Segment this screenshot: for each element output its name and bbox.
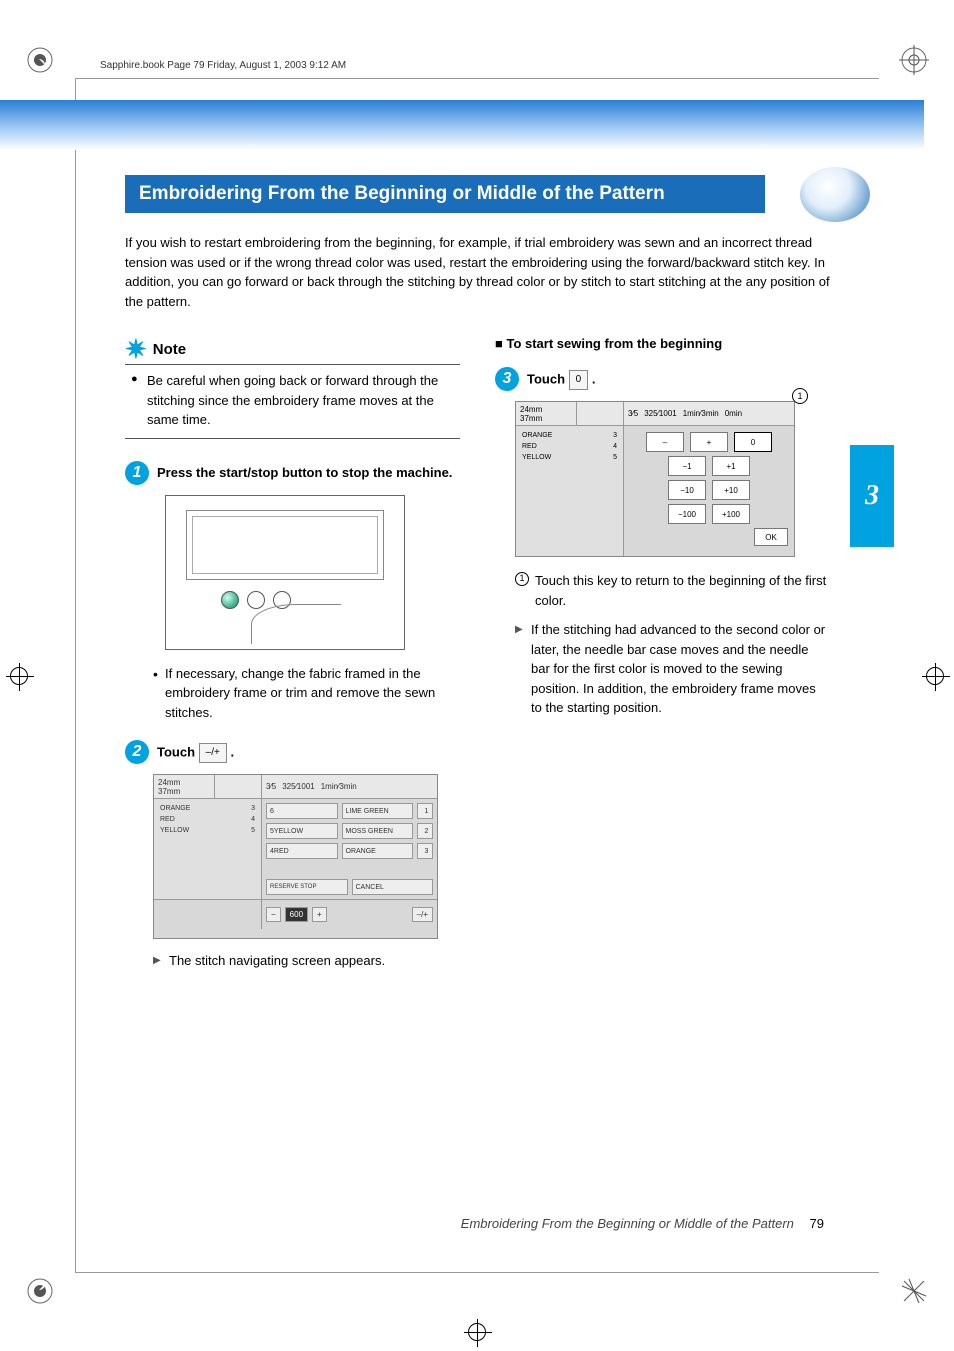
step-number-2: 2 <box>125 740 149 764</box>
step-3: 3 Touch 0 . <box>495 367 830 391</box>
speed-plus: + <box>312 907 327 922</box>
step-2-text-before: Touch <box>157 744 199 759</box>
callout-1-text: 1 Touch this key to return to the beginn… <box>515 571 830 610</box>
registration-mark-bottom <box>468 1323 486 1341</box>
dimensions: 24mm37mm <box>516 405 576 423</box>
plus-100-btn: +100 <box>712 504 750 524</box>
pattern-preview <box>576 402 624 425</box>
note-body: Be careful when going back or forward th… <box>125 365 460 439</box>
machine-screen-outline <box>186 510 384 580</box>
hand-illustration <box>251 604 341 644</box>
crop-mark-bl <box>25 1276 55 1306</box>
registration-mark-right <box>926 667 944 685</box>
plus-1-btn: +1 <box>712 456 750 476</box>
step-number-3: 3 <box>495 367 519 391</box>
footer-title: Embroidering From the Beginning or Middl… <box>461 1216 794 1231</box>
sparkle-icon: ✷ <box>125 336 147 362</box>
note-label: Note <box>153 341 186 358</box>
navigate-key-icon: –/+ <box>199 743 227 763</box>
zero-key-icon: 0 <box>569 370 589 390</box>
machine-illustration <box>165 495 405 650</box>
zero-btn: 0 <box>734 432 772 452</box>
step-3-text-before: Touch <box>527 371 569 386</box>
chapter-tab: 3 <box>850 445 894 547</box>
callout-marker-1: 1 <box>515 572 529 586</box>
header-gradient-bar <box>0 100 924 150</box>
plus-10-btn: +10 <box>712 480 750 500</box>
ok-btn: OK <box>754 528 788 546</box>
pattern-preview <box>214 775 262 798</box>
step-3-text: Touch 0 . <box>527 367 595 391</box>
crop-rule-top <box>75 78 879 79</box>
left-column: ✷ Note Be careful when going back or for… <box>125 336 460 977</box>
speed-value: 600 <box>285 907 308 922</box>
step-3-text-after: . <box>592 371 596 386</box>
note-heading: ✷ Note <box>125 336 460 365</box>
step-2-text-after: . <box>230 744 234 759</box>
step-2: 2 Touch –/+ . <box>125 740 460 764</box>
minus-10-btn: −10 <box>668 480 706 500</box>
step-1-bullet: If necessary, change the fabric framed i… <box>153 664 460 723</box>
color-back-btn: – <box>646 432 684 452</box>
step-number-1: 1 <box>125 461 149 485</box>
machine-button-icon <box>247 591 265 609</box>
crop-mark-tr <box>899 45 929 75</box>
crop-mark-br <box>899 1276 929 1306</box>
lcd-screenshot-2: 1 24mm37mm 3⁄5 325⁄1001 1min⁄3min 0min <box>515 401 795 557</box>
registration-mark-left <box>10 667 28 685</box>
crop-rule-left <box>75 78 76 1273</box>
stitch-stats: 3⁄5 325⁄1001 1min⁄3min <box>262 782 437 791</box>
step-2-text: Touch –/+ . <box>157 740 234 764</box>
page-footer: Embroidering From the Beginning or Middl… <box>461 1216 824 1231</box>
thread-panel-right: 6 LIME GREEN 1 5 YELLOW MOSS GREEN 2 4 R… <box>262 799 437 899</box>
note-block: ✷ Note Be careful when going back or for… <box>125 336 460 439</box>
stitch-navigator: – + 0 −1 +1 −10 +10 −100 <box>624 426 794 556</box>
dimensions: 24mm37mm <box>154 778 214 796</box>
page-content: Embroidering From the Beginning or Middl… <box>125 175 830 977</box>
step-3-result: If the stitching had advanced to the sec… <box>515 620 830 718</box>
title-decoration-bubble <box>800 167 870 222</box>
crop-rule-bottom <box>75 1272 879 1273</box>
minus-100-btn: −100 <box>668 504 706 524</box>
start-stop-button-icon <box>221 591 239 609</box>
speed-minus: − <box>266 907 281 922</box>
lcd-screenshot-1: 24mm37mm 3⁄5 325⁄1001 1min⁄3min ORANGE3 … <box>153 774 438 939</box>
nav-key: –/+ <box>412 907 433 922</box>
section-title-wrap: Embroidering From the Beginning or Middl… <box>125 175 830 213</box>
thread-list-left: ORANGE3 RED4 YELLOW5 <box>154 799 262 899</box>
sub-heading: To start sewing from the beginning <box>495 336 830 351</box>
crop-mark-tl <box>25 45 55 75</box>
step-1-text: Press the start/stop button to stop the … <box>157 461 452 485</box>
color-fwd-btn: + <box>690 432 728 452</box>
page-number: 79 <box>810 1216 824 1231</box>
step-1: 1 Press the start/stop button to stop th… <box>125 461 460 485</box>
section-title: Embroidering From the Beginning or Middl… <box>125 175 765 213</box>
stitch-stats: 3⁄5 325⁄1001 1min⁄3min 0min <box>624 409 794 418</box>
minus-1-btn: −1 <box>668 456 706 476</box>
callout-number-1: 1 <box>792 388 808 404</box>
step-2-result: The stitch navigating screen appears. <box>153 951 460 971</box>
print-metadata: Sapphire.book Page 79 Friday, August 1, … <box>100 60 346 71</box>
right-column: To start sewing from the beginning 3 Tou… <box>495 336 830 977</box>
intro-paragraph: If you wish to restart embroidering from… <box>125 233 830 311</box>
thread-list-left: ORANGE3 RED4 YELLOW5 <box>516 426 624 556</box>
